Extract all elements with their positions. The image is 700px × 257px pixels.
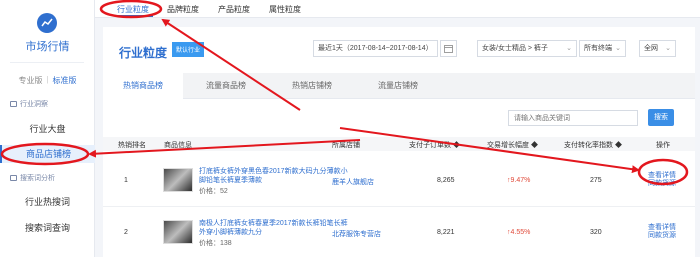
col-growth[interactable]: 交易增长幅度 ◆ — [487, 140, 538, 150]
date-range-field[interactable]: 最近1天（2017-08-14~2017-08-14） — [313, 40, 438, 57]
col-orders[interactable]: 支付子订单数 ◆ — [409, 140, 460, 150]
product-search-input[interactable] — [508, 110, 638, 126]
chevron-down-icon: ⌄ — [566, 45, 572, 52]
product-thumbnail[interactable] — [163, 220, 193, 244]
sidebar-divider — [10, 62, 84, 63]
growth-value: ↑9.47% — [507, 177, 531, 184]
sidebar: 市场行情 专业版 | 标准版 行业洞察 行业大盘 商品店铺榜 搜索词分析 行业热… — [0, 0, 95, 257]
tab-product-granularity[interactable]: 产品粒度 — [218, 4, 250, 15]
same-source-link[interactable]: 同款货源 — [648, 180, 676, 188]
main-card: 行业粒度 默认行业 最近1天（2017-08-14~2017-08-14） 女装… — [103, 27, 695, 257]
tab-hot-stores[interactable]: 热销店铺榜 — [269, 73, 355, 99]
sidebar-item-product-store-rank[interactable]: 商品店铺榜 — [0, 145, 95, 163]
product-thumbnail[interactable] — [163, 168, 193, 192]
col-store: 所属店铺 — [332, 142, 360, 149]
top-tab-bar: 行业粒度 品牌粒度 产品粒度 属性粒度 — [95, 0, 700, 18]
tab-attribute-granularity[interactable]: 属性粒度 — [269, 4, 301, 15]
chevron-down-icon: ⌄ — [615, 45, 621, 52]
region-value: 全网 — [644, 45, 658, 52]
edition-pro[interactable]: 专业版 — [18, 75, 42, 86]
page-title: 行业粒度 — [119, 46, 168, 60]
sidebar-item-industry-overview[interactable]: 行业大盘 — [0, 120, 95, 138]
table-row: 2 南极人打底裤女裤春夏季2017新款长裤铅笔长裤外穿小脚裤薄款九分 价格：13… — [103, 207, 695, 257]
edition-separator: | — [46, 75, 49, 84]
product-name-link[interactable]: 南极人打底裤女裤春夏季2017新款长裤铅笔长裤外穿小脚裤薄款九分 — [199, 219, 349, 237]
store-link[interactable]: 鹿羊人旗舰店 — [332, 177, 374, 187]
store-link[interactable]: 北荐服饰专营店 — [332, 229, 381, 239]
app-title: 市场行情 — [25, 41, 70, 53]
rank-cell: 1 — [124, 177, 128, 184]
active-tab-underline — [115, 15, 153, 17]
terminal-value: 所有终端 — [584, 45, 612, 52]
orders-value: 8,221 — [437, 229, 455, 236]
col-conversion[interactable]: 支付转化率指数 ◆ — [564, 140, 622, 150]
product-name-link[interactable]: 打底裤女裤外穿黑色春2017新款大码九分薄款小脚铅笔长裤夏季薄款 — [199, 167, 349, 185]
view-detail-link[interactable]: 查看详情 — [648, 224, 676, 232]
sidebar-item-hot-search-words[interactable]: 行业热搜词 — [0, 193, 95, 211]
product-price: 价格：52 — [199, 188, 228, 195]
product-price: 价格：138 — [199, 240, 232, 247]
table-row: 1 打底裤女裤外穿黑色春2017新款大码九分薄款小脚铅笔长裤夏季薄款 价格：52… — [103, 155, 695, 207]
tab-brand-granularity[interactable]: 品牌粒度 — [167, 4, 199, 15]
terminal-select[interactable]: 所有终端 ⌄ — [579, 40, 626, 57]
conversion-value: 320 — [590, 229, 602, 236]
app-root: 市场行情 专业版 | 标准版 行业洞察 行业大盘 商品店铺榜 搜索词分析 行业热… — [0, 0, 700, 257]
folder-icon — [10, 101, 17, 107]
conversion-value: 275 — [590, 177, 602, 184]
industry-badge: 默认行业 — [172, 42, 205, 57]
chevron-down-icon: ⌄ — [665, 45, 671, 52]
view-detail-link[interactable]: 查看详情 — [648, 172, 676, 180]
sidebar-item-search-word-query[interactable]: 搜索词查询 — [0, 219, 95, 237]
table-header: 热销排名 商品信息 所属店铺 支付子订单数 ◆ 交易增长幅度 ◆ 支付转化率指数… — [103, 137, 695, 151]
tab-traffic-products[interactable]: 流量商品榜 — [183, 73, 269, 99]
edition-switch: 专业版 | 标准版 — [0, 75, 95, 86]
tab-hot-products[interactable]: 热销商品榜 — [103, 73, 183, 99]
tab-industry-granularity[interactable]: 行业粒度 — [117, 4, 149, 15]
edition-standard[interactable]: 标准版 — [53, 75, 77, 86]
orders-value: 8,265 — [437, 177, 455, 184]
section-search-analysis: 搜索词分析 — [10, 173, 55, 183]
folder-icon — [10, 175, 17, 181]
col-operation: 操作 — [656, 142, 670, 149]
section-label: 搜索词分析 — [20, 175, 55, 182]
category-value: 女装/女士精品 > 裤子 — [482, 45, 548, 52]
rank-tab-bar: 热销商品榜 流量商品榜 热销店铺榜 流量店铺榜 — [103, 73, 695, 99]
section-industry-insight: 行业洞察 — [10, 99, 48, 109]
growth-value: ↑4.55% — [507, 229, 531, 236]
section-label: 行业洞察 — [20, 101, 48, 108]
chart-logo-icon — [37, 13, 57, 33]
calendar-icon[interactable] — [440, 40, 457, 57]
rank-cell: 2 — [124, 229, 128, 236]
col-rank: 热销排名 — [118, 142, 146, 149]
col-product-info: 商品信息 — [164, 142, 192, 149]
region-select[interactable]: 全网 ⌄ — [639, 40, 676, 57]
same-source-link[interactable]: 同款货源 — [648, 232, 676, 240]
search-button[interactable]: 搜索 — [648, 109, 674, 126]
category-select[interactable]: 女装/女士精品 > 裤子 ⌄ — [477, 40, 577, 57]
tab-traffic-stores[interactable]: 流量店铺榜 — [355, 73, 441, 99]
